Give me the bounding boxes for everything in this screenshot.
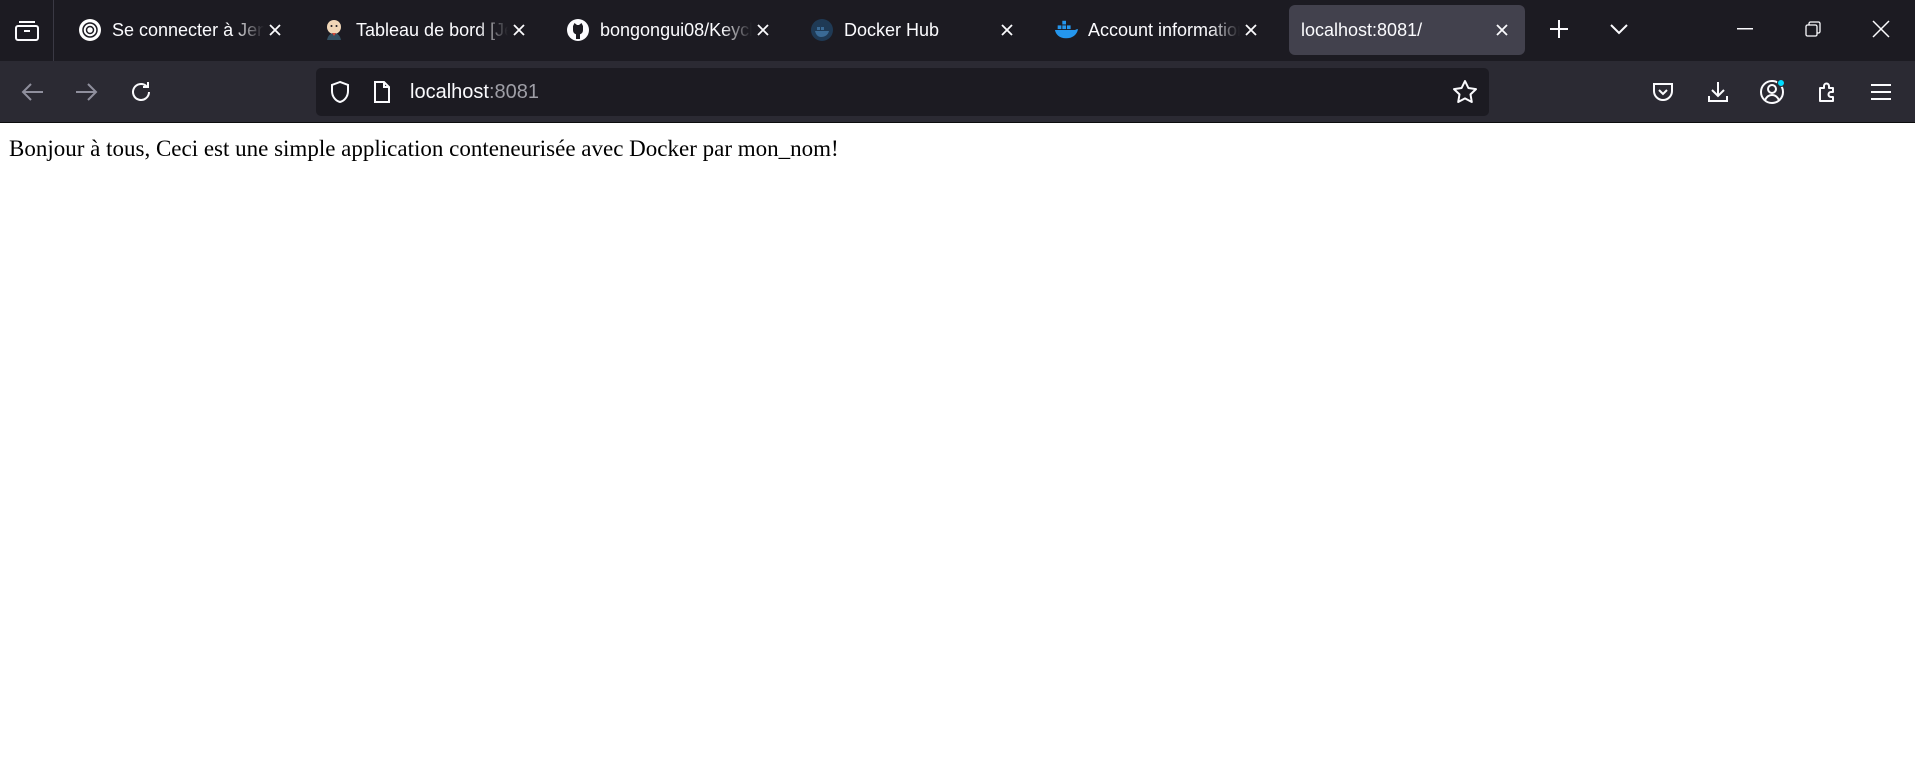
jenkins-butler-icon (322, 18, 346, 42)
pocket-icon (1652, 81, 1674, 103)
hamburger-menu-icon (1870, 83, 1892, 101)
minimize-icon (1737, 28, 1753, 30)
downloads-button[interactable] (1700, 74, 1736, 110)
url-bar[interactable]: localhost:8081 (316, 68, 1489, 116)
close-icon[interactable] (752, 19, 774, 41)
close-window-button[interactable] (1847, 0, 1915, 58)
jenkins-swirl-icon (78, 18, 102, 42)
back-button[interactable] (15, 74, 51, 110)
reload-icon (129, 80, 153, 104)
close-icon[interactable] (996, 19, 1018, 41)
url-text[interactable]: localhost:8081 (410, 68, 539, 116)
tab-title: Se connecter à Jenkins (112, 19, 264, 40)
arrow-left-icon (21, 82, 45, 102)
tab-bar: Se connecter à Jenkins Tableau de bord [… (0, 0, 1915, 61)
firefox-view-icon (14, 20, 40, 42)
close-icon[interactable] (1491, 19, 1513, 41)
restore-icon (1805, 21, 1821, 37)
tab-title: localhost:8081/ (1301, 19, 1423, 40)
pocket-button[interactable] (1645, 74, 1681, 110)
tab-title: Tableau de bord [Jenkins] (356, 19, 508, 40)
docker-hub-icon (810, 18, 834, 42)
url-port: :8081 (488, 81, 539, 103)
close-icon (1872, 20, 1890, 38)
docker-whale-icon (1054, 18, 1078, 42)
close-icon[interactable] (1240, 19, 1262, 41)
list-all-tabs-button[interactable] (1586, 0, 1652, 58)
tracking-protection-shield-icon[interactable] (329, 80, 351, 104)
restore-button[interactable] (1779, 0, 1847, 58)
puzzle-icon (1816, 80, 1840, 104)
download-icon (1707, 81, 1729, 103)
navigation-toolbar: localhost:8081 (0, 61, 1915, 123)
tab-title: bongongui08/Keycloak (600, 19, 752, 40)
new-tab-button[interactable] (1524, 0, 1594, 58)
firefox-view-button[interactable] (0, 0, 54, 61)
page-body-text: Bonjour à tous, Ceci est une simple appl… (9, 136, 839, 161)
tab-github[interactable]: bongongui08/Keycloak (550, 5, 786, 55)
account-button[interactable] (1755, 74, 1791, 110)
close-icon[interactable] (264, 19, 286, 41)
tab-localhost[interactable]: localhost:8081/ (1289, 5, 1525, 55)
bookmark-star-icon[interactable] (1452, 79, 1478, 105)
tab-account-information[interactable]: Account information (1038, 5, 1274, 55)
arrow-right-icon (74, 82, 98, 102)
page-info-icon[interactable] (372, 81, 392, 103)
url-host: localhost (410, 81, 489, 103)
account-icon (1759, 78, 1787, 106)
close-icon[interactable] (508, 19, 530, 41)
tab-title: Docker Hub (844, 19, 940, 40)
forward-button[interactable] (68, 74, 104, 110)
chevron-down-icon (1609, 23, 1629, 35)
reload-button[interactable] (123, 74, 159, 110)
minimize-button[interactable] (1711, 0, 1779, 58)
github-icon (566, 18, 590, 42)
tab-docker-hub[interactable]: Docker Hub (794, 5, 1030, 55)
tab-jenkins-dashboard[interactable]: Tableau de bord [Jenkins] (306, 5, 542, 55)
tab-title: Account information (1088, 19, 1240, 40)
extensions-button[interactable] (1810, 74, 1846, 110)
app-menu-button[interactable] (1863, 74, 1899, 110)
plus-icon (1549, 19, 1569, 39)
tab-jenkins-login[interactable]: Se connecter à Jenkins (62, 5, 298, 55)
